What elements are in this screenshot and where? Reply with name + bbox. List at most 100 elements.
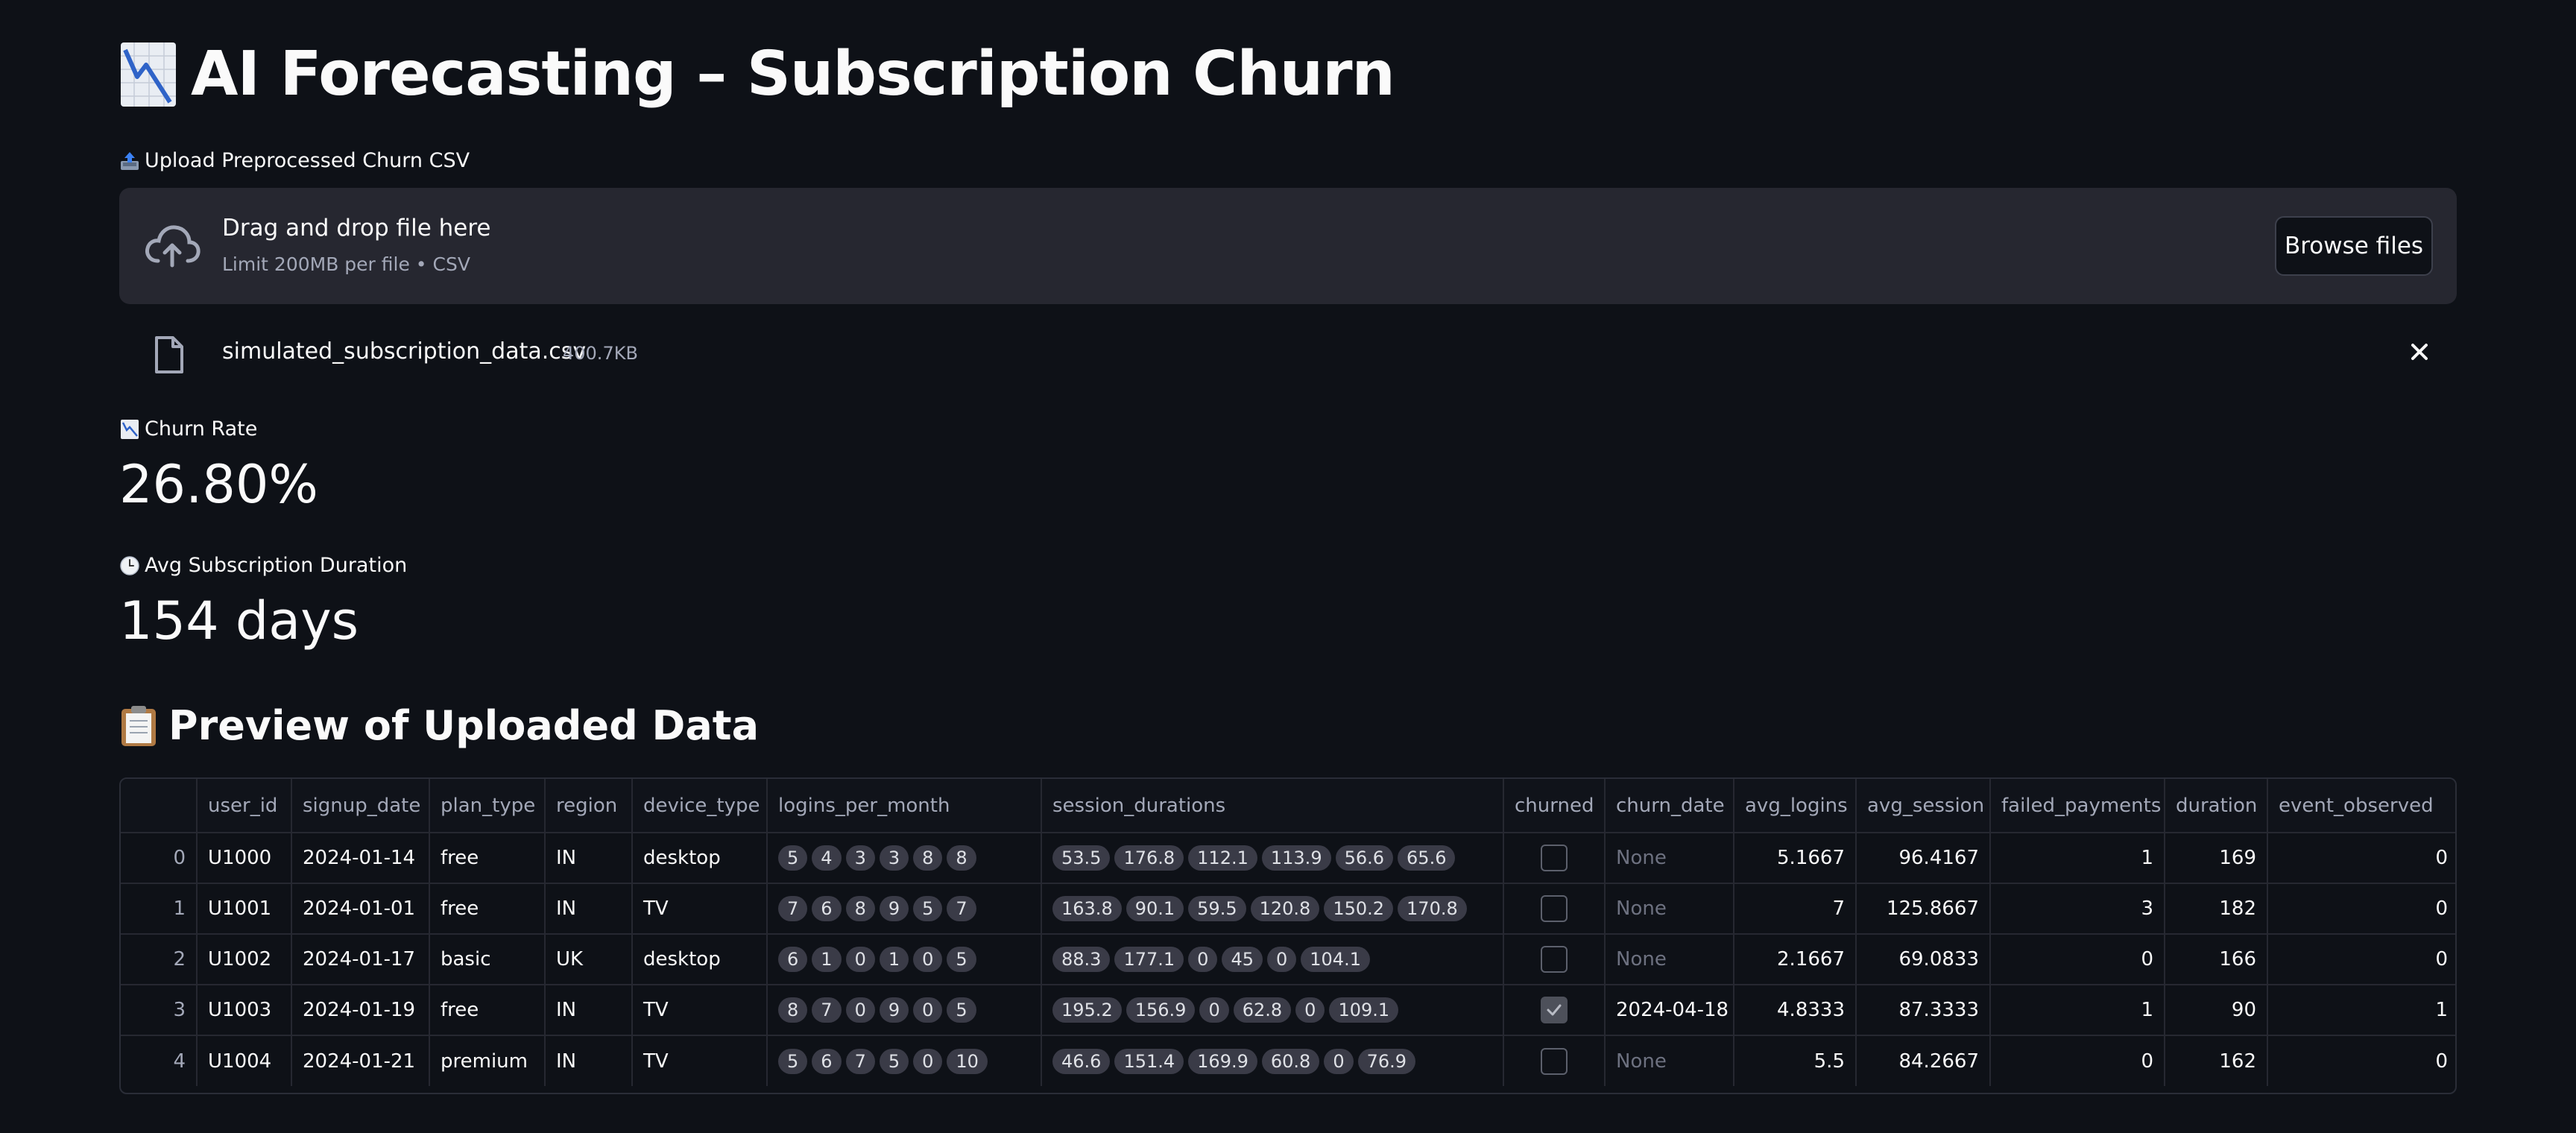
cell-churned[interactable] <box>1503 883 1606 935</box>
cell-churn-date[interactable]: None <box>1605 883 1734 935</box>
close-icon[interactable] <box>2405 337 2434 367</box>
dropzone-subtitle: Limit 200MB per file • CSV <box>222 253 470 275</box>
cell-device-type[interactable]: TV <box>632 1035 768 1086</box>
cell-user-id[interactable]: U1002 <box>197 934 292 985</box>
cell-churned[interactable] <box>1503 934 1606 985</box>
column-header-logins-per-month[interactable]: logins_per_month <box>767 779 1042 833</box>
cell-event-observed[interactable]: 0 <box>2267 833 2455 884</box>
cell-session-durations[interactable]: 163.8 90.1 59.5 120.8 150.2 170.8 <box>1041 883 1504 935</box>
cell-region[interactable]: UK <box>545 934 633 985</box>
cell-avg-session[interactable]: 96.4167 <box>1856 833 1991 884</box>
column-header-failed-payments[interactable]: failed_payments <box>1990 779 2165 833</box>
cell-failed-payments[interactable]: 3 <box>1990 883 2165 935</box>
cell-failed-payments[interactable]: 1 <box>1990 985 2165 1036</box>
cell-churn-date[interactable]: 2024-04-18 <box>1605 985 1734 1036</box>
cell-user-id[interactable]: U1003 <box>197 985 292 1036</box>
cell-avg-logins[interactable]: 2.1667 <box>1734 934 1857 985</box>
cell-device-type[interactable]: desktop <box>632 833 768 884</box>
cell-region[interactable]: IN <box>545 883 633 935</box>
cell-churned[interactable] <box>1503 1035 1606 1086</box>
checkbox[interactable] <box>1541 845 1568 871</box>
column-header-churned[interactable]: churned <box>1503 779 1606 833</box>
column-header-signup-date[interactable]: signup_date <box>291 779 430 833</box>
cell-churned[interactable] <box>1503 985 1606 1036</box>
cell-region[interactable]: IN <box>545 985 633 1036</box>
column-header-region[interactable]: region <box>545 779 633 833</box>
cell-event-observed[interactable]: 1 <box>2267 985 2455 1036</box>
cell-avg-logins[interactable]: 7 <box>1734 883 1857 935</box>
checkbox[interactable] <box>1541 946 1568 973</box>
cell-avg-session[interactable]: 87.3333 <box>1856 985 1991 1036</box>
cell-churn-date[interactable]: None <box>1605 833 1734 884</box>
cell-duration[interactable]: 162 <box>2165 1035 2268 1086</box>
cell-device-type[interactable]: TV <box>632 883 768 935</box>
cell-avg-session[interactable]: 84.2667 <box>1856 1035 1991 1086</box>
cell-logins-per-month[interactable]: 543388 <box>767 833 1042 884</box>
list-pill: 76.9 <box>1357 1048 1416 1074</box>
cell-avg-logins[interactable]: 5.1667 <box>1734 833 1857 884</box>
cell-duration[interactable]: 169 <box>2165 833 2268 884</box>
cell-session-durations[interactable]: 46.6 151.4 169.9 60.8 0 76.9 <box>1041 1035 1504 1086</box>
checkbox-checked[interactable] <box>1541 997 1568 1023</box>
cell-logins-per-month[interactable]: 610105 <box>767 934 1042 985</box>
column-header-churn-date[interactable]: churn_date <box>1605 779 1734 833</box>
metric-label: Churn Rate <box>119 417 318 441</box>
cell-avg-session[interactable]: 69.0833 <box>1856 934 1991 985</box>
column-header-event-observed[interactable]: event_observed <box>2267 779 2455 833</box>
list-pill: 0 <box>913 997 943 1023</box>
cell-signup-date[interactable]: 2024-01-21 <box>291 1035 430 1086</box>
cell-session-durations[interactable]: 195.2 156.9 0 62.8 0 109.1 <box>1041 985 1504 1036</box>
column-header-device-type[interactable]: device_type <box>632 779 768 833</box>
checkbox[interactable] <box>1541 895 1568 922</box>
cell-logins-per-month[interactable]: 870905 <box>767 985 1042 1036</box>
data-table[interactable]: user_id signup_date plan_type region device_… <box>119 777 2457 1094</box>
cell-logins-per-month[interactable]: 5 6 7 5 0 10 <box>767 1035 1042 1086</box>
cell-duration[interactable]: 182 <box>2165 883 2268 935</box>
cell-session-durations[interactable]: 88.3 177.1 0 45 0 104.1 <box>1041 934 1504 985</box>
cell-duration[interactable]: 166 <box>2165 934 2268 985</box>
cell-avg-session[interactable]: 125.8667 <box>1856 883 1991 935</box>
column-header-user-id[interactable]: user_id <box>197 779 292 833</box>
cell-plan-type[interactable]: free <box>429 833 546 884</box>
cell-event-observed[interactable]: 0 <box>2267 1035 2455 1086</box>
cell-churn-date[interactable]: None <box>1605 934 1734 985</box>
cell-user-id[interactable]: U1001 <box>197 883 292 935</box>
cell-device-type[interactable]: desktop <box>632 934 768 985</box>
cell-failed-payments[interactable]: 0 <box>1990 934 2165 985</box>
cell-churn-date[interactable]: None <box>1605 1035 1734 1086</box>
chart-decreasing-icon <box>121 42 176 107</box>
cell-duration[interactable]: 90 <box>2165 985 2268 1036</box>
cell-plan-type[interactable]: free <box>429 985 546 1036</box>
column-header-index[interactable] <box>121 779 198 833</box>
cell-plan-type[interactable]: premium <box>429 1035 546 1086</box>
cell-logins-per-month[interactable]: 768957 <box>767 883 1042 935</box>
cell-session-durations[interactable]: 53.5 176.8 112.1 113.9 56.6 65.6 <box>1041 833 1504 884</box>
cell-avg-logins[interactable]: 4.8333 <box>1734 985 1857 1036</box>
column-header-plan-type[interactable]: plan_type <box>429 779 546 833</box>
cell-signup-date[interactable]: 2024-01-14 <box>291 833 430 884</box>
column-header-avg-session[interactable]: avg_session <box>1856 779 1991 833</box>
cell-churned[interactable] <box>1503 833 1606 884</box>
cell-device-type[interactable]: TV <box>632 985 768 1036</box>
cell-failed-payments[interactable]: 0 <box>1990 1035 2165 1086</box>
cell-region[interactable]: IN <box>545 833 633 884</box>
column-header-session-durations[interactable]: session_durations <box>1041 779 1504 833</box>
cell-user-id[interactable]: U1000 <box>197 833 292 884</box>
checkbox[interactable] <box>1541 1047 1568 1075</box>
cell-failed-payments[interactable]: 1 <box>1990 833 2165 884</box>
browse-files-button[interactable]: Browse files <box>2275 216 2433 276</box>
clock-icon <box>120 555 139 575</box>
cell-event-observed[interactable]: 0 <box>2267 934 2455 985</box>
cell-region[interactable]: IN <box>545 1035 633 1086</box>
cell-plan-type[interactable]: free <box>429 883 546 935</box>
cell-signup-date[interactable]: 2024-01-17 <box>291 934 430 985</box>
cell-event-observed[interactable]: 0 <box>2267 883 2455 935</box>
file-dropzone[interactable]: Drag and drop file here Limit 200MB per … <box>119 188 2457 304</box>
cell-user-id[interactable]: U1004 <box>197 1035 292 1086</box>
cell-plan-type[interactable]: basic <box>429 934 546 985</box>
column-header-duration[interactable]: duration <box>2165 779 2268 833</box>
cell-signup-date[interactable]: 2024-01-01 <box>291 883 430 935</box>
cell-signup-date[interactable]: 2024-01-19 <box>291 985 430 1036</box>
column-header-avg-logins[interactable]: avg_logins <box>1734 779 1857 833</box>
cell-avg-logins[interactable]: 5.5 <box>1734 1035 1857 1086</box>
